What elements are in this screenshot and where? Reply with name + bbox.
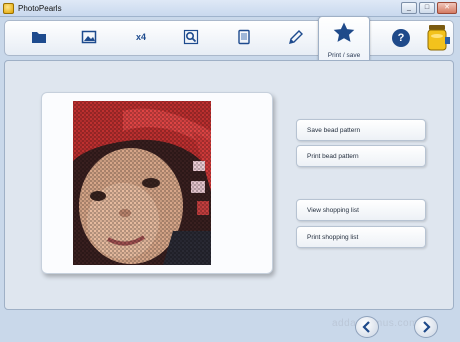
save-bead-pattern-button[interactable]: Save bead pattern: [296, 119, 426, 141]
open-folder-button[interactable]: [29, 27, 49, 47]
x4-button[interactable]: x4: [131, 27, 151, 47]
print-shopping-list-button[interactable]: Print shopping list: [296, 226, 426, 248]
app-icon: [3, 2, 14, 14]
arrow-right-icon: [423, 321, 431, 333]
edit-button[interactable]: [286, 27, 306, 47]
preview-card: [41, 92, 273, 274]
view-shopping-list-button[interactable]: View shopping list: [296, 199, 426, 221]
pencil-icon: [289, 30, 303, 44]
window-title: PhotoPearls: [18, 3, 62, 13]
help-icon[interactable]: ?: [392, 29, 410, 47]
back-button[interactable]: [355, 316, 379, 338]
tab-print-save[interactable]: Print / save: [318, 16, 370, 64]
maximize-button[interactable]: □: [419, 2, 435, 14]
window-controls: _ □ ✕: [401, 2, 457, 14]
bead-container-icon[interactable]: [425, 23, 451, 53]
image-icon: [81, 30, 97, 44]
main-panel: Save bead pattern Print bead pattern Vie…: [4, 60, 454, 310]
minimize-button[interactable]: _: [401, 2, 417, 14]
image-button[interactable]: [79, 27, 99, 47]
arrow-left-icon: [362, 321, 370, 333]
document-button[interactable]: [234, 27, 254, 47]
zoom-button[interactable]: [181, 27, 201, 47]
forward-button[interactable]: [414, 316, 438, 338]
magnifier-icon: [183, 29, 199, 45]
print-bead-pattern-button[interactable]: Print bead pattern: [296, 145, 426, 167]
document-icon: [238, 29, 250, 45]
close-button[interactable]: ✕: [437, 2, 457, 14]
star-icon: [333, 22, 355, 42]
tab-print-save-label: Print / save: [327, 52, 361, 59]
folder-icon: [32, 32, 46, 43]
bead-pattern-preview: [73, 101, 211, 265]
title-bar: PhotoPearls _ □ ✕: [0, 0, 460, 17]
toolbar: x4: [4, 20, 454, 56]
